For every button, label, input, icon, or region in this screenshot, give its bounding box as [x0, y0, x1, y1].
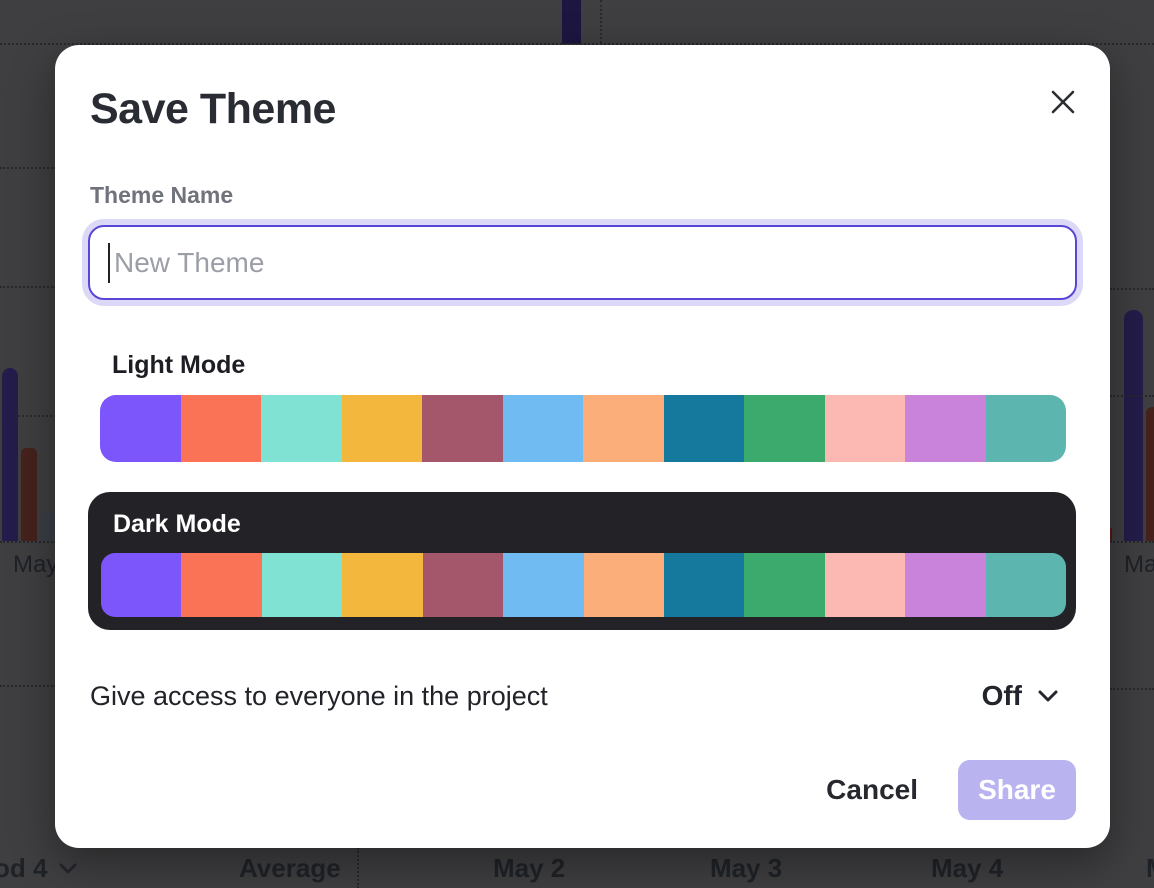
light-mode-heading: Light Mode [112, 351, 245, 380]
theme-name-label: Theme Name [90, 182, 233, 209]
gridline [0, 286, 56, 288]
share-button[interactable]: Share [958, 760, 1076, 820]
light-mode-palette [100, 395, 1066, 462]
access-row: Give access to everyone in the project O… [90, 678, 1060, 714]
axis-label-may-left: May [13, 551, 58, 579]
color-swatch [986, 395, 1067, 462]
access-label: Give access to everyone in the project [90, 681, 548, 712]
color-swatch [825, 395, 906, 462]
axis-label-average: Average [239, 853, 341, 884]
color-swatch [664, 395, 745, 462]
color-swatch [905, 553, 985, 617]
period-label: od 4 [0, 853, 47, 884]
color-swatch [744, 553, 824, 617]
chevron-down-icon [1036, 688, 1060, 704]
gridline [600, 0, 602, 43]
color-swatch [503, 553, 583, 617]
color-swatch [342, 553, 422, 617]
access-value: Off [982, 680, 1022, 712]
close-button[interactable] [1048, 87, 1078, 117]
chart-bar [2, 368, 18, 541]
dark-mode-palette [101, 553, 1066, 617]
color-swatch [986, 553, 1066, 617]
color-swatch [100, 395, 181, 462]
chart-bar [562, 0, 581, 44]
gridline [0, 167, 56, 169]
color-swatch [261, 395, 342, 462]
color-swatch [342, 395, 423, 462]
save-theme-dialog: Save Theme Theme Name Light Mode Dark Mo… [55, 45, 1110, 848]
color-swatch [422, 395, 503, 462]
color-swatch [905, 395, 986, 462]
chart-bar [40, 512, 55, 541]
close-icon [1048, 87, 1078, 117]
color-swatch [664, 553, 744, 617]
color-swatch [181, 553, 261, 617]
dialog-footer: Cancel Share [826, 760, 1076, 820]
color-swatch [583, 395, 664, 462]
dark-mode-card: Dark Mode [88, 492, 1076, 630]
axis-label-may-right: Ma [1124, 551, 1154, 579]
chart-bar [1124, 310, 1143, 541]
axis-label-may4: May 4 [931, 853, 1003, 884]
dialog-title: Save Theme [90, 85, 336, 134]
dark-mode-heading: Dark Mode [113, 510, 241, 539]
period-selector: od 4 [0, 853, 79, 884]
cancel-button[interactable]: Cancel [826, 774, 918, 806]
gridline [0, 685, 56, 687]
text-caret [108, 243, 110, 283]
color-swatch [262, 553, 342, 617]
gridline [1110, 395, 1154, 397]
access-dropdown[interactable]: Off [982, 680, 1060, 712]
color-swatch [181, 395, 262, 462]
gridline [357, 848, 359, 888]
color-swatch [503, 395, 584, 462]
gridline [1110, 688, 1154, 690]
axis-label-may2: May 2 [493, 853, 565, 884]
chevron-down-icon [57, 862, 79, 876]
chart-bar [1146, 407, 1154, 541]
theme-name-field-ring [82, 219, 1083, 306]
axis-label-may3: May 3 [710, 853, 782, 884]
chart-bar [21, 448, 37, 541]
color-swatch [584, 553, 664, 617]
theme-name-input[interactable] [88, 225, 1077, 300]
axis-label-may5-partial: M [1146, 853, 1154, 884]
gridline [1110, 541, 1154, 543]
gridline [14, 415, 56, 417]
color-swatch [825, 553, 905, 617]
gridline [1110, 288, 1154, 290]
color-swatch [101, 553, 181, 617]
color-swatch [744, 395, 825, 462]
color-swatch [423, 553, 503, 617]
gridline [0, 541, 56, 543]
